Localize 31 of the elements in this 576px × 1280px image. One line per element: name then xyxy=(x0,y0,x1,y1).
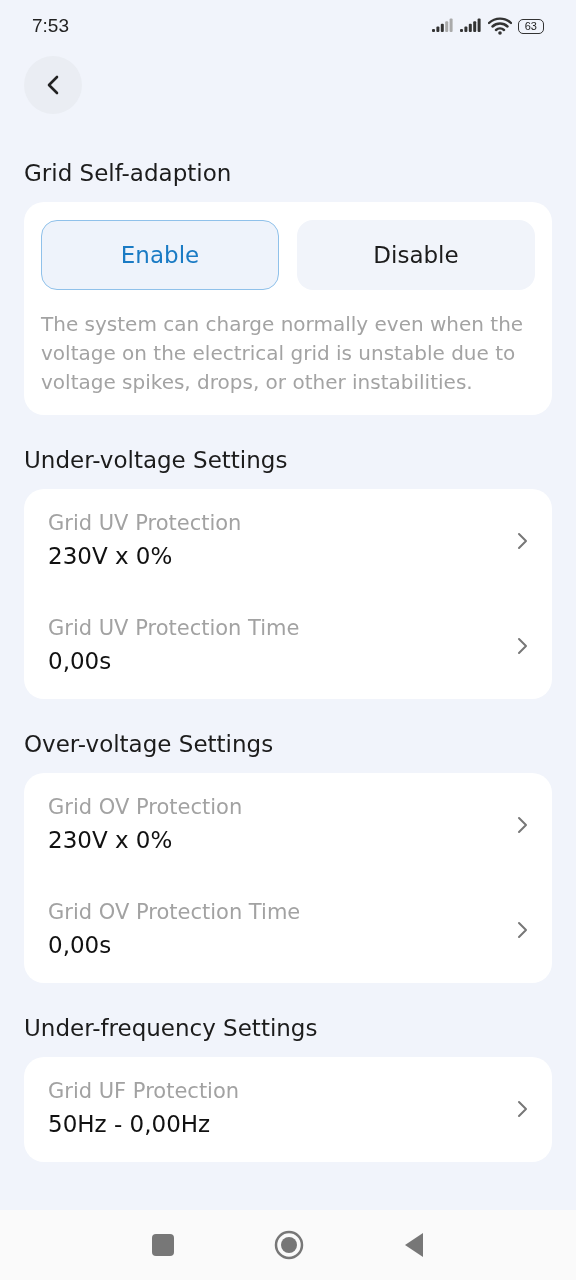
setting-label: Grid OV Protection xyxy=(48,794,244,821)
setting-value[interactable]: 230V x 0% xyxy=(48,539,516,574)
chevron-right-icon xyxy=(516,637,528,655)
home-icon[interactable] xyxy=(274,1230,304,1260)
chevron-right-icon xyxy=(516,532,528,550)
setting-label: Grid UV Protection Time xyxy=(48,615,301,642)
signal-icon xyxy=(459,18,482,34)
section-title: Under-frequency Settings xyxy=(24,1014,319,1043)
setting-label: Grid OV Protection Time xyxy=(48,899,302,926)
description-text: The system can charge normally even when the voltage on the electrical grid is unstable due to voltage spikes, drops, or other instabilities. xyxy=(41,311,525,396)
back-chevron-icon xyxy=(46,75,60,95)
chevron-right-icon xyxy=(516,816,528,834)
signal-icon xyxy=(431,18,454,34)
chevron-right-icon xyxy=(516,921,528,939)
wifi-icon xyxy=(487,17,512,35)
setting-label: Grid UF Protection xyxy=(48,1078,241,1105)
chevron-right-icon xyxy=(516,1100,528,1118)
battery-indicator: 63 xyxy=(517,18,544,34)
section-title: Under-voltage Settings xyxy=(24,446,289,475)
setting-value[interactable]: 50Hz - 0,00Hz xyxy=(48,1107,516,1142)
setting-value[interactable]: 0,00s xyxy=(48,644,516,679)
recents-icon[interactable] xyxy=(152,1234,174,1256)
status-time: 7:53 xyxy=(32,15,69,37)
setting-label: Grid UV Protection xyxy=(48,510,243,537)
back-triangle-icon[interactable] xyxy=(404,1232,424,1258)
setting-value[interactable]: 0,00s xyxy=(48,928,516,963)
setting-value[interactable]: 230V x 0% xyxy=(48,823,516,858)
section-title: Grid Self-adaption xyxy=(24,159,233,188)
option-button[interactable]: Disable xyxy=(297,220,535,290)
option-button[interactable]: Enable xyxy=(41,220,279,290)
section-title: Over-voltage Settings xyxy=(24,730,275,759)
